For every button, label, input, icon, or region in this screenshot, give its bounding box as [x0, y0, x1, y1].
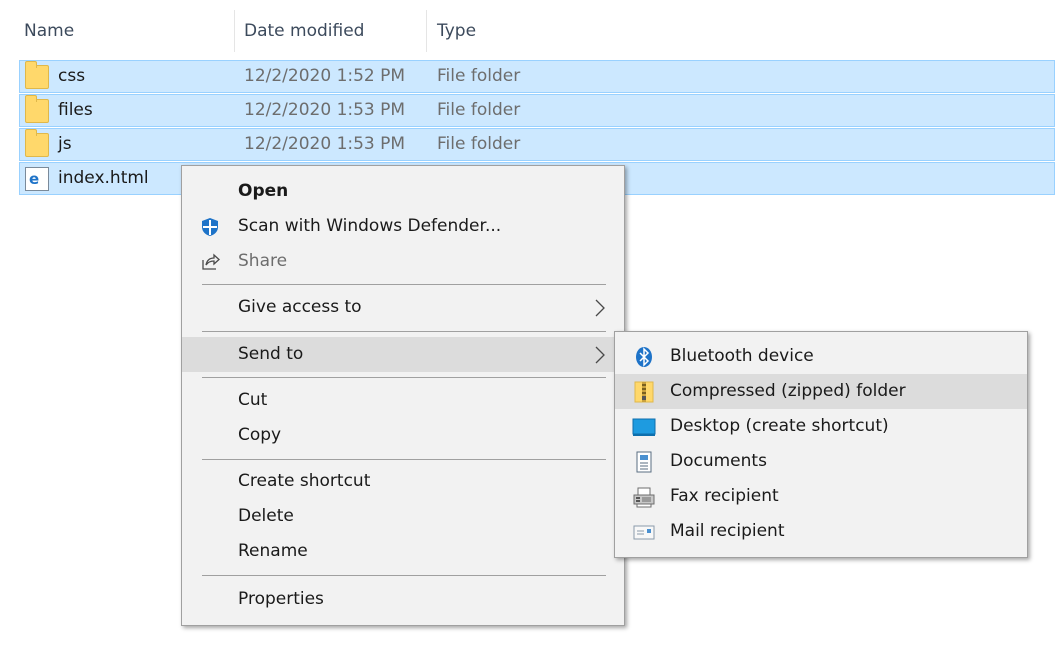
menu-item-label: Open: [238, 181, 289, 201]
desktop-icon: [632, 418, 656, 436]
menu-separator: [202, 377, 606, 378]
file-name: files: [58, 100, 93, 120]
menu-item-label: Rename: [238, 541, 308, 561]
menu-item-scan[interactable]: Scan with Windows Defender...: [182, 209, 624, 244]
menu-separator: [202, 459, 606, 460]
submenu-item-compressed-folder[interactable]: Compressed (zipped) folder: [615, 374, 1027, 409]
menu-item-label: Properties: [238, 589, 324, 609]
submenu-item-label: Compressed (zipped) folder: [670, 381, 906, 401]
zip-folder-icon: [634, 381, 654, 403]
column-header-type[interactable]: Type: [437, 10, 476, 52]
chevron-right-icon: [595, 299, 605, 317]
menu-separator: [202, 331, 606, 332]
submenu-item-label: Documents: [670, 451, 767, 471]
file-row-css[interactable]: css 12/2/2020 1:52 PM File folder: [19, 60, 1055, 93]
menu-item-send-to[interactable]: Send to: [182, 337, 624, 372]
share-icon: [202, 253, 220, 270]
menu-item-delete[interactable]: Delete: [182, 499, 624, 534]
menu-item-label: Share: [238, 251, 288, 271]
menu-separator: [202, 575, 606, 576]
submenu-item-label: Bluetooth device: [670, 346, 814, 366]
menu-item-label: Send to: [238, 344, 304, 364]
context-menu: Open Scan with Windows Defender... Share…: [181, 165, 625, 626]
menu-separator: [202, 284, 606, 285]
folder-icon: [25, 61, 49, 89]
file-date: 12/2/2020 1:53 PM: [244, 134, 406, 154]
submenu-item-bluetooth[interactable]: Bluetooth device: [615, 339, 1027, 374]
windows-defender-shield-icon: [202, 218, 218, 236]
submenu-item-mail[interactable]: Mail recipient: [615, 514, 1027, 549]
column-divider[interactable]: [234, 10, 235, 52]
file-date: 12/2/2020 1:53 PM: [244, 100, 406, 120]
menu-item-label: Copy: [238, 425, 282, 445]
submenu-item-desktop[interactable]: Desktop (create shortcut): [615, 409, 1027, 444]
menu-item-share[interactable]: Share: [182, 244, 624, 279]
file-name: css: [58, 66, 86, 86]
menu-item-open[interactable]: Open: [182, 174, 624, 209]
menu-item-label: Delete: [238, 506, 294, 526]
html-file-icon: e: [25, 167, 49, 191]
file-type: File folder: [437, 134, 521, 154]
menu-item-copy[interactable]: Copy: [182, 418, 624, 453]
menu-item-properties[interactable]: Properties: [182, 582, 624, 617]
file-explorer: Name Date modified Type css 12/2/2020 1:…: [0, 0, 1055, 651]
fax-icon: [633, 487, 655, 508]
file-type: File folder: [437, 66, 521, 86]
menu-item-label: Cut: [238, 390, 268, 410]
file-row-files[interactable]: files 12/2/2020 1:53 PM File folder: [19, 94, 1055, 127]
folder-icon: [25, 129, 49, 157]
send-to-submenu: Bluetooth device Compressed (zipped) fol…: [614, 331, 1028, 558]
submenu-item-fax[interactable]: Fax recipient: [615, 479, 1027, 514]
column-header-date[interactable]: Date modified: [244, 10, 364, 52]
menu-item-rename[interactable]: Rename: [182, 534, 624, 569]
chevron-right-icon: [595, 346, 605, 364]
submenu-item-label: Fax recipient: [670, 486, 779, 506]
file-type: File folder: [437, 100, 521, 120]
folder-icon: [25, 95, 49, 123]
documents-icon: [636, 451, 652, 473]
menu-item-give-access[interactable]: Give access to: [182, 290, 624, 325]
menu-item-label: Give access to: [238, 297, 362, 317]
bluetooth-icon: [636, 347, 652, 367]
file-name: index.html: [58, 168, 149, 188]
file-date: 12/2/2020 1:52 PM: [244, 66, 406, 86]
menu-item-create-shortcut[interactable]: Create shortcut: [182, 464, 624, 499]
submenu-item-label: Mail recipient: [670, 521, 785, 541]
menu-item-cut[interactable]: Cut: [182, 383, 624, 418]
menu-item-label: Create shortcut: [238, 471, 371, 491]
submenu-item-documents[interactable]: Documents: [615, 444, 1027, 479]
column-header-bar: Name Date modified Type: [0, 10, 1055, 52]
mail-icon: [633, 525, 655, 540]
column-divider[interactable]: [426, 10, 427, 52]
file-name: js: [58, 134, 72, 154]
file-row-js[interactable]: js 12/2/2020 1:53 PM File folder: [19, 128, 1055, 161]
column-header-name[interactable]: Name: [24, 10, 74, 52]
menu-item-label: Scan with Windows Defender...: [238, 216, 502, 236]
submenu-item-label: Desktop (create shortcut): [670, 416, 889, 436]
